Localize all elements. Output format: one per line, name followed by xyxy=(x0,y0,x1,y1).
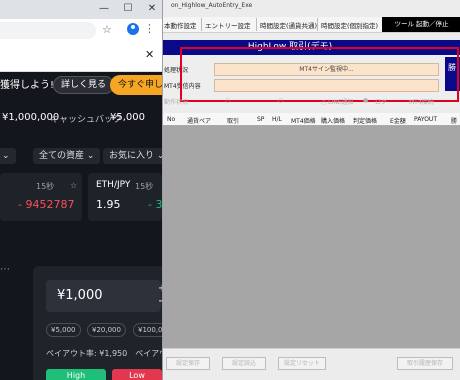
column-header: PAYOUT xyxy=(414,116,437,123)
menu-time-individual[interactable]: 時間設定(個別指定) xyxy=(321,20,378,30)
quick-amount-button[interactable]: ¥5,000 xyxy=(46,323,81,337)
menu-divider xyxy=(256,18,257,31)
column-header: E金額 xyxy=(390,118,406,125)
menu-time-common[interactable]: 時間設定(通貨共通) xyxy=(260,20,317,30)
option-radio[interactable]: ○ xyxy=(225,97,230,104)
log-option[interactable]: ログ xyxy=(375,97,387,106)
asset-card[interactable]: 15秒 ☆ - 9452787 xyxy=(0,173,82,221)
chevron-down-icon: ⌄ xyxy=(2,151,10,161)
option-radio[interactable]: ● xyxy=(363,97,368,104)
save-history-button[interactable]: 取引履歴保存 xyxy=(397,357,453,370)
trade-amount-input[interactable]: ¥1,000 + − xyxy=(46,280,162,312)
column-header: No xyxy=(167,116,176,123)
more-menu-icon[interactable]: ⋮ xyxy=(144,22,155,35)
trade-grid-header: No 通貨ペア 取引 SP H/L MT4価格 購入価格 判定価格 E金額 PA… xyxy=(163,113,460,126)
payout-text: ペイアウト率: ¥1,950 ペイアウト xyxy=(46,349,162,358)
address-bar[interactable] xyxy=(0,22,96,39)
line-notify-option[interactable]: ○ LINE通知 xyxy=(321,97,354,106)
menu-entry-settings[interactable]: エントリー設定 xyxy=(205,20,251,30)
highlight-box xyxy=(180,47,459,102)
trading-site: 獲得しよう! 詳しく見る 今すぐ申し込 ¥1,000,000 キャッシュバック … xyxy=(0,72,162,380)
asset-price: 1.95 xyxy=(96,198,121,211)
menu-divider xyxy=(317,18,318,31)
filter-dropdown-favorites[interactable]: お気に入り ⌄ xyxy=(103,148,162,164)
more-icon[interactable]: ⋯ xyxy=(0,264,10,275)
info-bar-close-icon[interactable]: ✕ xyxy=(145,48,154,61)
filter-dropdown-assets[interactable]: 全ての資産 ⌄ xyxy=(33,148,101,164)
promo-text: 獲得しよう! xyxy=(0,80,55,91)
bookmark-star-icon[interactable]: ☆ xyxy=(102,23,112,36)
maximize-icon[interactable]: ☐ xyxy=(120,2,136,16)
autoentry-app-window: on_Highlow_AutoEntry_Exe 本動作設定 エントリー設定 時… xyxy=(162,0,460,380)
reset-settings-button[interactable]: 設定リセット xyxy=(278,357,326,370)
asset-duration: 15秒 xyxy=(36,182,55,191)
quick-amount-button[interactable]: ¥20,000 xyxy=(87,323,126,337)
minimize-icon[interactable]: — xyxy=(96,2,112,16)
quick-amount-button[interactable]: ¥100,00 xyxy=(133,323,162,337)
load-settings-button[interactable]: 設定読込 xyxy=(222,357,266,370)
column-header: H/L xyxy=(272,116,282,123)
browser-window: — ☐ ✕ ☆ ⋮ ✕ 獲得しよう! 詳しく見る 今すぐ申し込 ¥1,000,0… xyxy=(0,0,162,380)
favorite-star-icon[interactable]: ☆ xyxy=(70,181,77,190)
chevron-down-icon: ⌄ xyxy=(84,151,95,161)
column-header: 購入価格 xyxy=(321,118,346,125)
column-header: 勝 xyxy=(451,118,458,125)
asset-change: - 9452787 xyxy=(18,198,75,211)
chevron-down-icon: ⌄ xyxy=(156,151,162,161)
browser-info-bar: ✕ xyxy=(0,42,162,72)
save-settings-button[interactable]: 設定保存 xyxy=(166,357,210,370)
asset-change: - 3 xyxy=(148,198,162,211)
option-label: 動作状況 xyxy=(164,99,189,106)
high-button[interactable]: High xyxy=(46,369,106,380)
window-title: on_Highlow_AutoEntry_Exe xyxy=(171,2,253,9)
menu-divider xyxy=(201,18,202,31)
close-icon[interactable]: ✕ xyxy=(144,2,160,16)
cashback-value: ¥5,000 xyxy=(110,112,145,123)
tool-start-stop-button[interactable]: ツール 起動／停止 xyxy=(382,17,460,32)
asset-duration: 15秒 xyxy=(135,182,154,191)
trade-panel: ¥1,000 + − ¥5,000 ¥20,000 ¥100,00 ペイアウト率… xyxy=(33,266,162,380)
profile-icon[interactable] xyxy=(127,23,139,35)
browser-toolbar: ☆ ⋮ xyxy=(0,19,162,42)
menu-basic-settings[interactable]: 本動作設定 xyxy=(164,20,197,30)
option-radio[interactable]: ○ xyxy=(278,97,283,104)
filter-dropdown-category[interactable]: ⌄ xyxy=(0,148,16,164)
browser-title-bar: — ☐ ✕ xyxy=(0,0,162,19)
column-header: MT4価格 xyxy=(291,118,316,125)
option-row: 動作状況 ○ ○ ○ LINE通知 ● ログ MT4接続 xyxy=(163,95,460,107)
column-header: 取引 xyxy=(227,118,240,125)
column-header: 判定価格 xyxy=(353,118,378,125)
low-button[interactable]: Low xyxy=(112,369,162,380)
trade-amount-value: ¥1,000 xyxy=(57,288,103,303)
asset-card[interactable]: ETH/JPY 15秒 1.95 - 3 xyxy=(88,173,162,221)
column-header: 通貨ペア xyxy=(187,118,212,125)
apply-now-button[interactable]: 今すぐ申し込 xyxy=(110,75,162,95)
details-button[interactable]: 詳しく見る xyxy=(53,76,115,94)
trade-grid-body[interactable] xyxy=(163,126,460,348)
column-header: SP xyxy=(257,116,265,123)
mt4-connect-option[interactable]: MT4接続 xyxy=(409,97,434,106)
asset-name: ETH/JPY xyxy=(96,180,131,190)
